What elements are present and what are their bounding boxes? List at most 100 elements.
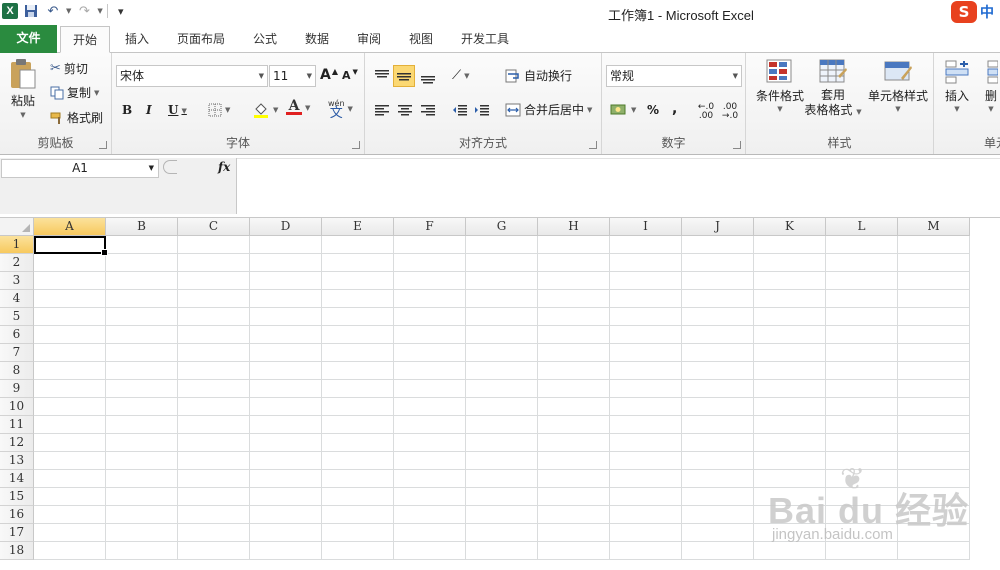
cell-d15[interactable] [250,488,322,506]
cell-f7[interactable] [394,344,466,362]
cell-b6[interactable] [106,326,178,344]
cell-j17[interactable] [682,524,754,542]
cell-l4[interactable] [826,290,898,308]
cell-l7[interactable] [826,344,898,362]
cell-h8[interactable] [538,362,610,380]
cell-g10[interactable] [466,398,538,416]
borders-button[interactable]: ▼ [208,103,230,117]
cell-h17[interactable] [538,524,610,542]
cell-e15[interactable] [322,488,394,506]
font-color-button[interactable]: A ▼ [286,99,310,115]
cell-l2[interactable] [826,254,898,272]
cell-c15[interactable] [178,488,250,506]
cell-c17[interactable] [178,524,250,542]
cell-d12[interactable] [250,434,322,452]
row-header-9[interactable]: 9 [0,380,34,398]
cell-m6[interactable] [898,326,970,344]
cell-k11[interactable] [754,416,826,434]
cell-e4[interactable] [322,290,394,308]
cell-c18[interactable] [178,542,250,560]
redo-dropdown-icon[interactable]: ▼ [97,7,102,15]
cell-i9[interactable] [610,380,682,398]
cell-i15[interactable] [610,488,682,506]
cell-c13[interactable] [178,452,250,470]
italic-button[interactable]: I [146,103,152,117]
cell-f17[interactable] [394,524,466,542]
cell-e7[interactable] [322,344,394,362]
cell-l6[interactable] [826,326,898,344]
cell-i10[interactable] [610,398,682,416]
tab-view[interactable]: 视图 [402,26,440,53]
cell-i8[interactable] [610,362,682,380]
column-header-g[interactable]: G [466,218,538,236]
cell-j1[interactable] [682,236,754,254]
insert-function-icon[interactable]: fx [218,160,230,174]
tab-page-layout[interactable]: 页面布局 [170,26,232,53]
column-header-f[interactable]: F [394,218,466,236]
number-launcher-icon[interactable] [733,141,741,149]
cell-d8[interactable] [250,362,322,380]
formula-input[interactable] [237,158,1000,214]
cell-i17[interactable] [610,524,682,542]
cell-e2[interactable] [322,254,394,272]
cell-m10[interactable] [898,398,970,416]
cell-f6[interactable] [394,326,466,344]
cell-h18[interactable] [538,542,610,560]
row-header-15[interactable]: 15 [0,488,34,506]
cell-b8[interactable] [106,362,178,380]
cell-f10[interactable] [394,398,466,416]
cell-e9[interactable] [322,380,394,398]
cell-e8[interactable] [322,362,394,380]
number-format-dropdown-icon[interactable]: ▼ [733,66,738,86]
align-left-button[interactable] [374,103,390,117]
cell-a12[interactable] [34,434,106,452]
merge-center-dropdown-icon[interactable]: ▼ [587,106,592,114]
cell-g16[interactable] [466,506,538,524]
accounting-dropdown-icon[interactable]: ▼ [631,106,636,114]
cell-e12[interactable] [322,434,394,452]
cell-g2[interactable] [466,254,538,272]
undo-dropdown-icon[interactable]: ▼ [66,7,71,15]
row-header-2[interactable]: 2 [0,254,34,272]
cell-e14[interactable] [322,470,394,488]
cell-l11[interactable] [826,416,898,434]
cell-j12[interactable] [682,434,754,452]
cell-g13[interactable] [466,452,538,470]
cell-e16[interactable] [322,506,394,524]
cell-c2[interactable] [178,254,250,272]
cell-k2[interactable] [754,254,826,272]
align-middle-button[interactable] [393,65,415,87]
cell-i6[interactable] [610,326,682,344]
font-size-dropdown-icon[interactable]: ▼ [307,66,312,86]
cell-b14[interactable] [106,470,178,488]
insert-cells-dropdown-icon[interactable]: ▼ [954,105,959,113]
copy-dropdown-icon[interactable]: ▼ [94,89,99,97]
sogou-ime-icon[interactable]: S [951,1,977,23]
cell-f11[interactable] [394,416,466,434]
cell-d17[interactable] [250,524,322,542]
cell-h1[interactable] [538,236,610,254]
cell-g18[interactable] [466,542,538,560]
cell-a10[interactable] [34,398,106,416]
cell-m7[interactable] [898,344,970,362]
cell-h3[interactable] [538,272,610,290]
fill-color-dropdown-icon[interactable]: ▼ [273,106,278,114]
cell-a11[interactable] [34,416,106,434]
tab-formulas[interactable]: 公式 [246,26,284,53]
cell-c9[interactable] [178,380,250,398]
paste-button[interactable]: 粘贴 ▼ [8,58,38,119]
cell-j3[interactable] [682,272,754,290]
cell-l1[interactable] [826,236,898,254]
cell-a3[interactable] [34,272,106,290]
wrap-text-button[interactable]: 自动换行 [505,67,572,84]
cell-f18[interactable] [394,542,466,560]
cell-k9[interactable] [754,380,826,398]
cell-f12[interactable] [394,434,466,452]
column-header-l[interactable]: L [826,218,898,236]
cell-d10[interactable] [250,398,322,416]
cell-l12[interactable] [826,434,898,452]
cell-g17[interactable] [466,524,538,542]
row-header-1[interactable]: 1 [0,236,34,254]
cell-a2[interactable] [34,254,106,272]
phonetic-dropdown-icon[interactable]: ▼ [348,105,353,113]
